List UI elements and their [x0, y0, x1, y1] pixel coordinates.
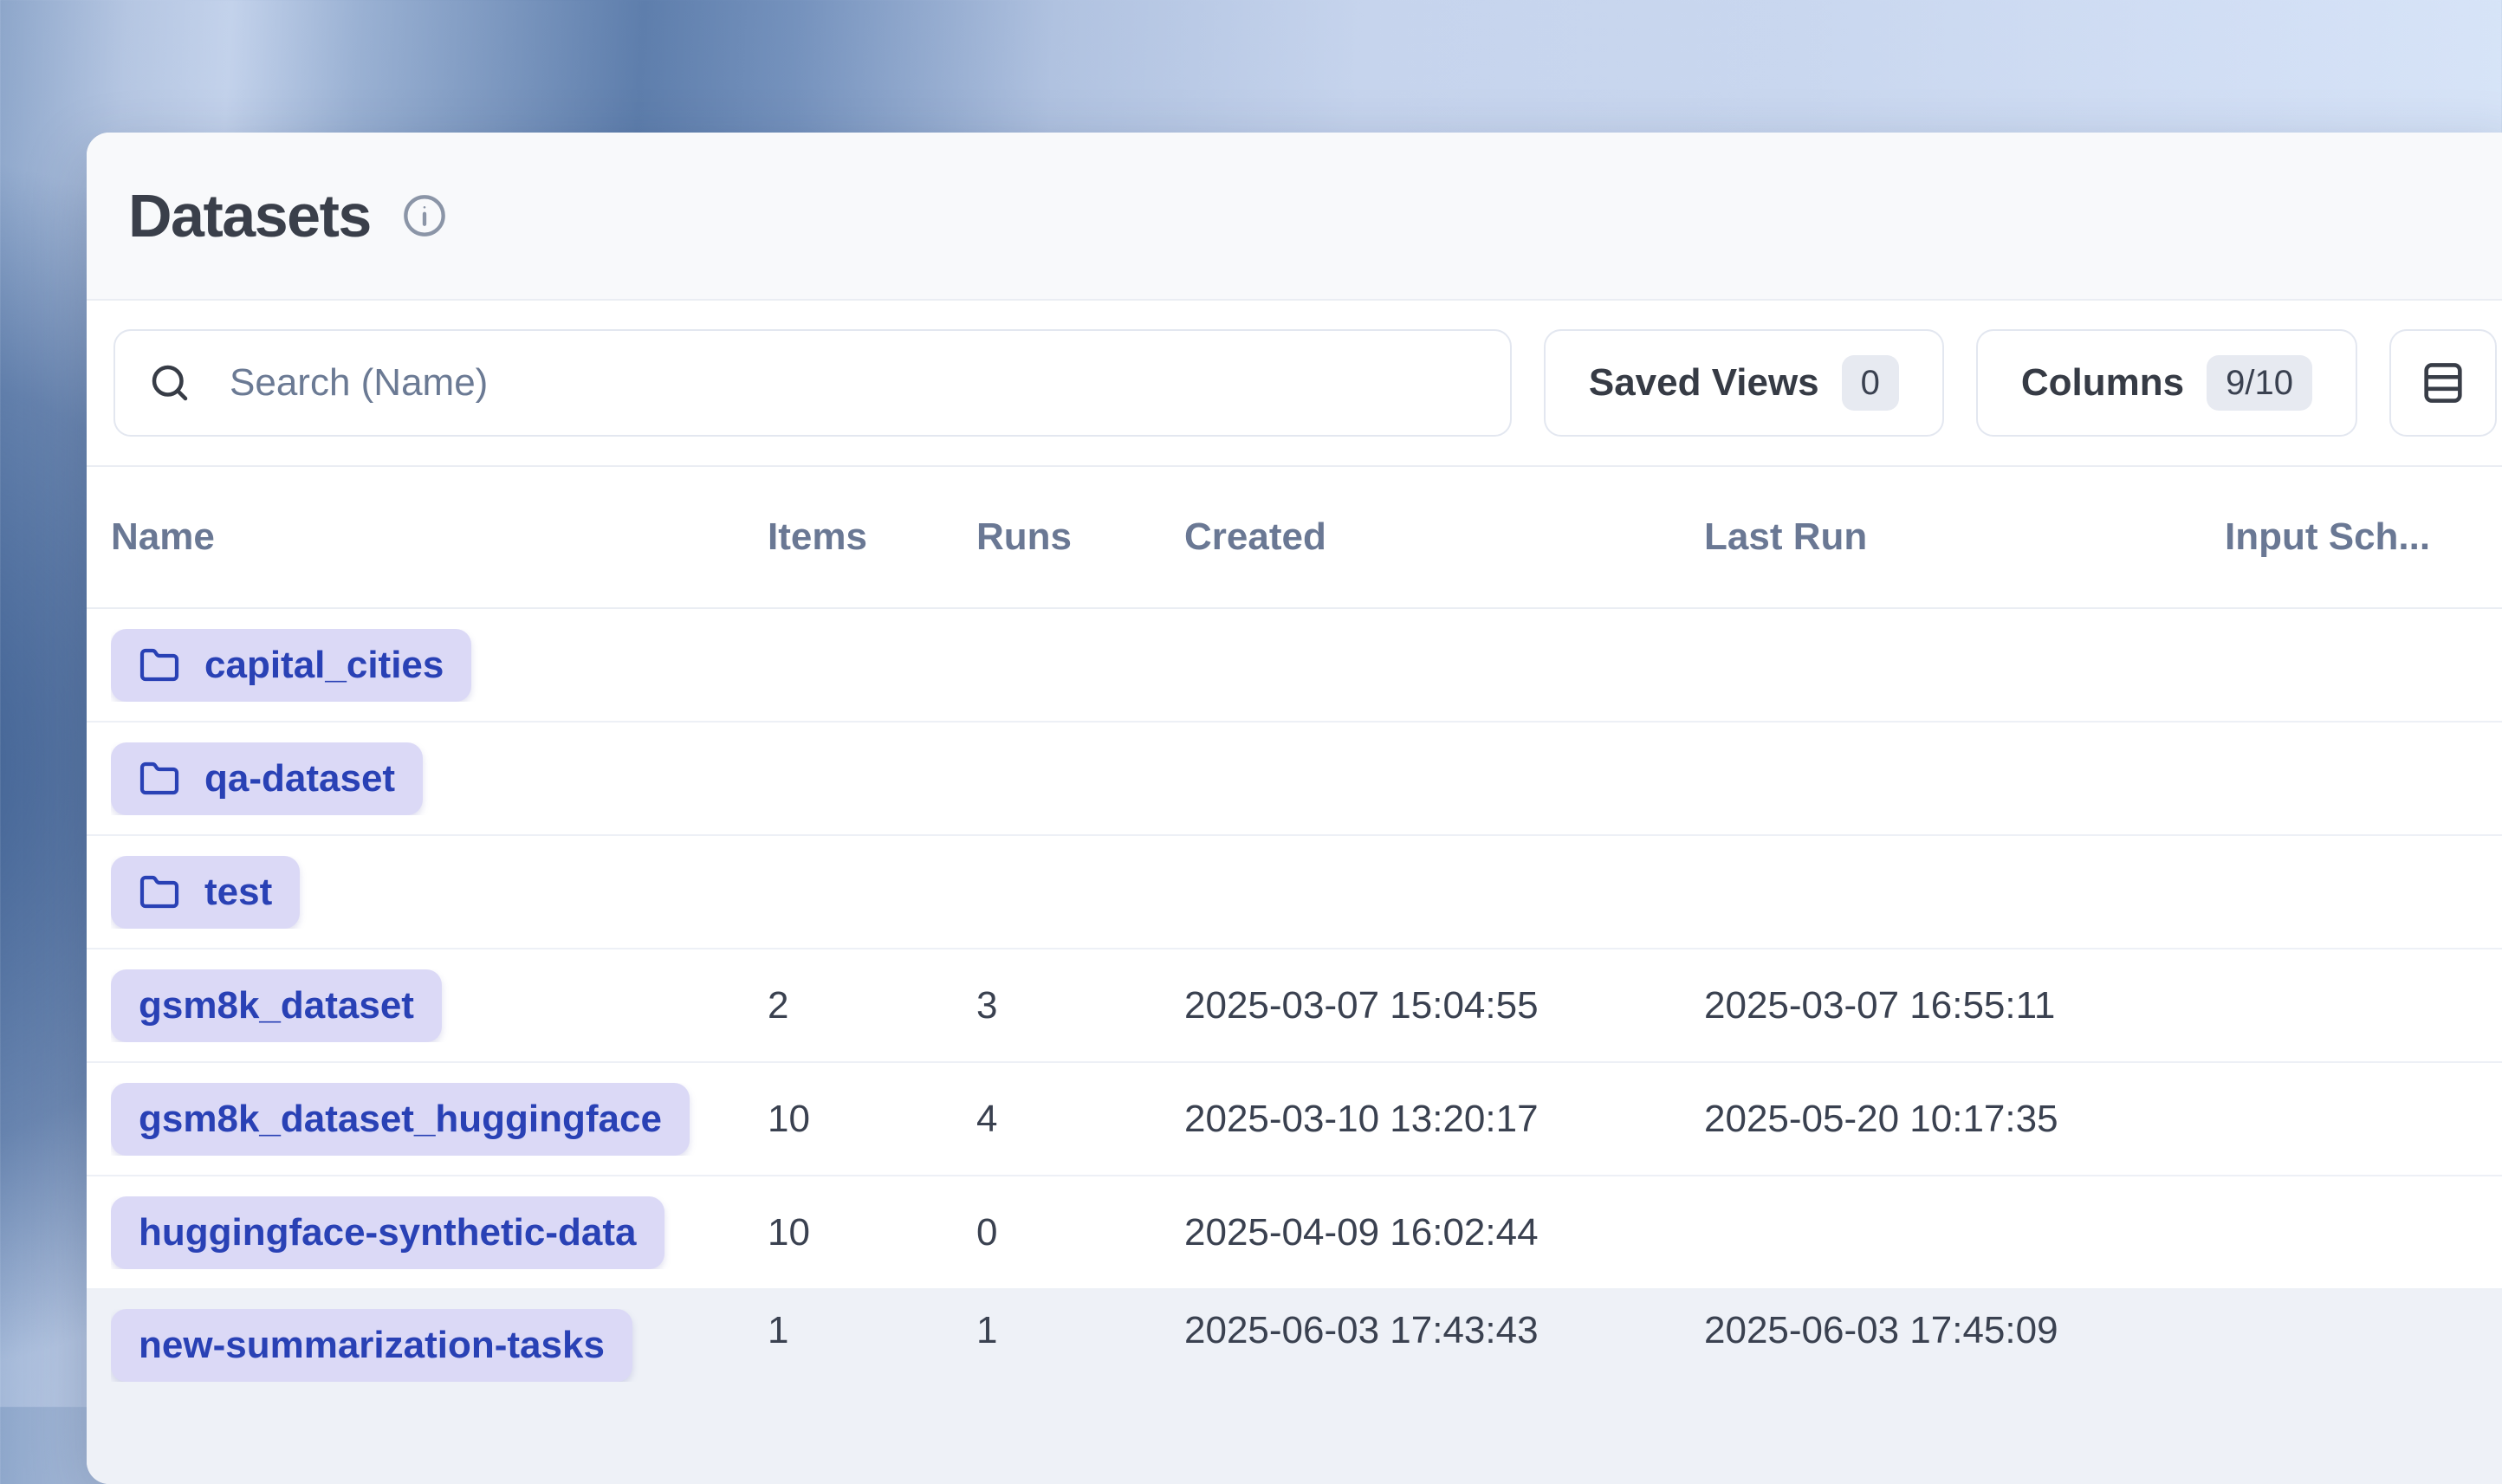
dataset-name-pill-label: huggingface-synthetic-data [139, 1211, 637, 1254]
table-row[interactable]: gsm8k_dataset 2 3 2025-03-07 15:04:55 20… [87, 949, 2502, 1063]
column-header: Name [111, 515, 768, 559]
columns-button[interactable]: Columns 9/10 [1976, 329, 2357, 437]
table-row[interactable]: test [87, 836, 2502, 949]
dataset-name-pill[interactable]: gsm8k_dataset [111, 969, 442, 1042]
last-run-cell: 2025-05-20 10:17:35 [1704, 1098, 2225, 1141]
dataset-name-pill[interactable]: new-summarization-tasks [111, 1309, 632, 1382]
table-body: capital_cities qa-dataset [87, 609, 2502, 1484]
name-cell: capital_cities [111, 629, 768, 702]
search-icon [146, 360, 193, 406]
runs-cell: 0 [976, 1211, 1184, 1254]
saved-views-button[interactable]: Saved Views 0 [1544, 329, 1944, 437]
columns-count-badge: 9/10 [2207, 355, 2312, 411]
row-height-button[interactable] [2389, 329, 2497, 437]
runs-cell: 4 [976, 1098, 1184, 1141]
table-rows-icon [2418, 358, 2468, 408]
saved-views-label: Saved Views [1589, 361, 1819, 405]
column-header: Last Run [1704, 515, 2225, 559]
name-cell: qa-dataset [111, 742, 768, 815]
last-run-cell: 2025-06-03 17:45:09 [1704, 1309, 2225, 1352]
runs-cell: 3 [976, 984, 1184, 1027]
page-title: Datasets [128, 181, 371, 250]
runs-cell: 1 [976, 1309, 1184, 1352]
dataset-name-pill-label: gsm8k_dataset_huggingface [139, 1098, 662, 1141]
folder-icon [139, 645, 180, 686]
name-cell: gsm8k_dataset [111, 969, 768, 1042]
created-cell: 2025-06-03 17:43:43 [1184, 1309, 1704, 1352]
dataset-name-pill-label: new-summarization-tasks [139, 1324, 605, 1367]
saved-views-count-badge: 0 [1842, 355, 1899, 411]
table-row[interactable]: gsm8k_dataset_huggingface 10 4 2025-03-1… [87, 1063, 2502, 1176]
toolbar: Saved Views 0 Columns 9/10 [87, 301, 2502, 467]
table-row[interactable]: huggingface-synthetic-data 10 0 2025-04-… [87, 1176, 2502, 1290]
created-cell: 2025-03-10 13:20:17 [1184, 1098, 1704, 1141]
table-row[interactable]: capital_cities [87, 609, 2502, 723]
table-row[interactable]: qa-dataset [87, 723, 2502, 836]
created-cell: 2025-04-09 16:02:44 [1184, 1211, 1704, 1254]
items-cell: 2 [768, 984, 976, 1027]
search-input[interactable] [228, 360, 1479, 405]
folder-icon [139, 872, 180, 913]
column-header: Input Sch... [2225, 515, 2502, 559]
folder-icon [139, 758, 180, 800]
columns-label: Columns [2021, 361, 2184, 405]
panel-header: Datasets [87, 133, 2502, 301]
dataset-name-pill[interactable]: test [111, 856, 300, 929]
dataset-name-pill[interactable]: qa-dataset [111, 742, 423, 815]
dataset-name-pill-label: test [204, 871, 272, 914]
column-header: Items [768, 515, 976, 559]
column-header: Runs [976, 515, 1184, 559]
items-cell: 10 [768, 1098, 976, 1141]
name-cell: new-summarization-tasks [111, 1309, 768, 1382]
name-cell: gsm8k_dataset_huggingface [111, 1083, 768, 1156]
dataset-name-pill[interactable]: gsm8k_dataset_huggingface [111, 1083, 690, 1156]
created-cell: 2025-03-07 15:04:55 [1184, 984, 1704, 1027]
dataset-name-pill-label: gsm8k_dataset [139, 984, 414, 1027]
search-box[interactable] [113, 329, 1512, 437]
name-cell: huggingface-synthetic-data [111, 1196, 768, 1269]
column-header: Created [1184, 515, 1704, 559]
dataset-name-pill-label: qa-dataset [204, 757, 395, 800]
dataset-name-pill-label: capital_cities [204, 644, 444, 687]
name-cell: test [111, 856, 768, 929]
last-run-cell: 2025-03-07 16:55:11 [1704, 984, 2225, 1027]
table-header-row: NameItemsRunsCreatedLast RunInput Sch... [87, 467, 2502, 609]
dataset-name-pill[interactable]: huggingface-synthetic-data [111, 1196, 664, 1269]
items-cell: 1 [768, 1309, 976, 1352]
dataset-name-pill[interactable]: capital_cities [111, 629, 471, 702]
items-cell: 10 [768, 1211, 976, 1254]
info-icon[interactable] [402, 193, 447, 238]
datasets-panel: Datasets Saved Views 0 Columns [87, 133, 2502, 1484]
table-row[interactable]: new-summarization-tasks 1 1 2025-06-03 1… [87, 1290, 2502, 1484]
